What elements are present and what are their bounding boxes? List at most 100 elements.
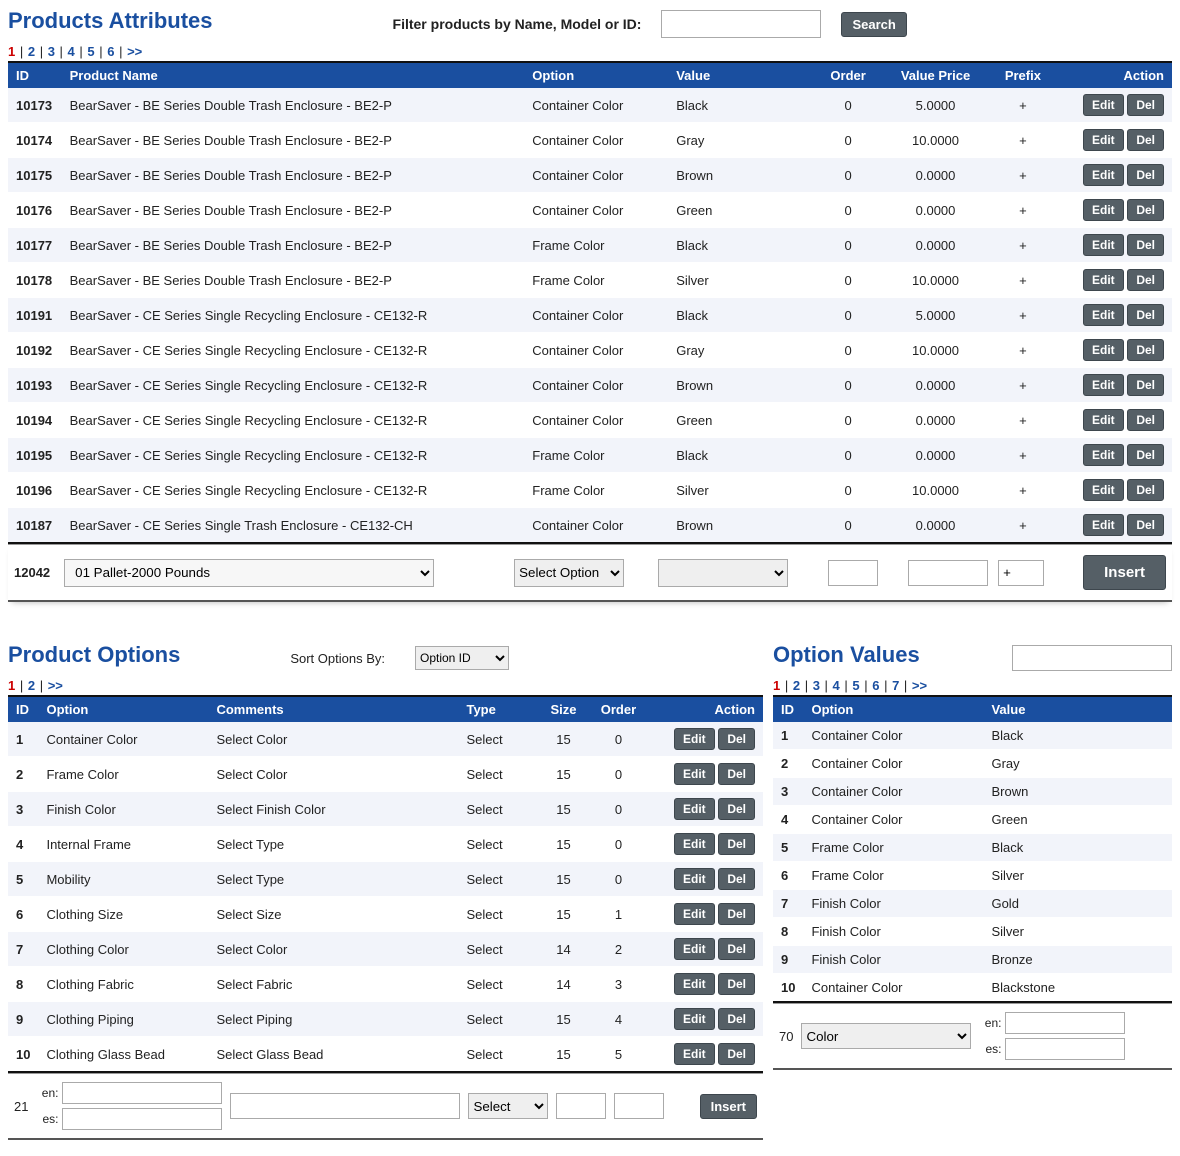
pager-link[interactable]: 4 [833,678,840,693]
del-button[interactable]: Del [1127,129,1164,151]
insert-order-input[interactable] [828,560,878,586]
pager-link[interactable]: 7 [892,678,899,693]
cell-value: Green [983,806,1172,834]
attributes-insert-button[interactable]: Insert [1083,555,1166,590]
del-button[interactable]: Del [1127,479,1164,501]
col-name: Product Name [62,62,525,88]
edit-button[interactable]: Edit [674,763,715,785]
pager-link[interactable]: 3 [813,678,820,693]
pager-link[interactable]: 2 [28,44,35,59]
opt-order-input[interactable] [614,1093,664,1119]
edit-button[interactable]: Edit [1083,514,1124,536]
opt-en-input[interactable] [62,1082,222,1104]
sort-select[interactable]: Option ID [415,646,509,670]
edit-button[interactable]: Edit [674,938,715,960]
cell-price: 0.0000 [884,403,987,438]
opt-comment-input[interactable] [230,1093,460,1119]
del-button[interactable]: Del [1127,164,1164,186]
cell-option: Container Color [803,722,983,750]
del-button[interactable]: Del [718,973,755,995]
val-option-select[interactable]: Color [801,1023,971,1049]
del-button[interactable]: Del [1127,339,1164,361]
edit-button[interactable]: Edit [674,973,715,995]
edit-button[interactable]: Edit [1083,479,1124,501]
del-button[interactable]: Del [1127,94,1164,116]
insert-value-select[interactable] [658,559,788,587]
opt-type-select[interactable]: Select [468,1093,548,1119]
edit-button[interactable]: Edit [1083,339,1124,361]
del-button[interactable]: Del [718,1043,755,1065]
del-button[interactable]: Del [718,798,755,820]
edit-button[interactable]: Edit [1083,374,1124,396]
del-button[interactable]: Del [1127,269,1164,291]
edit-button[interactable]: Edit [674,1008,715,1030]
cell-name: BearSaver - BE Series Double Trash Enclo… [62,123,525,158]
edit-button[interactable]: Edit [1083,304,1124,326]
edit-button[interactable]: Edit [1083,129,1124,151]
attributes-pager: 1 | 2 | 3 | 4 | 5 | 6 | >> [8,44,1172,59]
table-row: 5 Frame Color Black [773,834,1172,862]
values-search-input[interactable] [1012,645,1172,671]
edit-button[interactable]: Edit [674,833,715,855]
edit-button[interactable]: Edit [1083,269,1124,291]
cell-id: 10187 [8,508,62,544]
del-button[interactable]: Del [718,728,755,750]
edit-button[interactable]: Edit [1083,164,1124,186]
pager-link[interactable]: 5 [852,678,859,693]
table-row: 4 Internal Frame Select Type Select 15 0… [8,827,763,862]
edit-button[interactable]: Edit [1083,444,1124,466]
del-button[interactable]: Del [1127,444,1164,466]
pager-next[interactable]: >> [127,44,142,59]
del-button[interactable]: Del [718,868,755,890]
del-button[interactable]: Del [1127,409,1164,431]
pager-link[interactable]: 2 [793,678,800,693]
edit-button[interactable]: Edit [1083,234,1124,256]
pager-link[interactable]: 5 [87,44,94,59]
table-row: 10194 BearSaver - CE Series Single Recyc… [8,403,1172,438]
insert-price-input[interactable] [908,560,988,586]
del-button[interactable]: Del [718,833,755,855]
pager-current: 1 [8,678,15,693]
pager-link[interactable]: 2 [28,678,35,693]
options-pager: 1 | 2 | >> [8,678,763,693]
del-button[interactable]: Del [1127,514,1164,536]
cell-type: Select [458,967,538,1002]
values-insert-row: 70 Color en: es: [773,1003,1172,1070]
val-en-input[interactable] [1005,1012,1125,1034]
cell-comments: Select Piping [208,1002,458,1037]
edit-button[interactable]: Edit [674,903,715,925]
options-insert-button[interactable]: Insert [700,1094,757,1119]
edit-button[interactable]: Edit [674,1043,715,1065]
del-button[interactable]: Del [718,938,755,960]
pager-link[interactable]: 3 [48,44,55,59]
pager-next[interactable]: >> [48,678,63,693]
del-button[interactable]: Del [718,1008,755,1030]
val-es-input[interactable] [1005,1038,1125,1060]
pager-link[interactable]: 6 [872,678,879,693]
insert-option-select[interactable]: Select Option [514,559,624,587]
del-button[interactable]: Del [718,763,755,785]
cell-size: 15 [538,722,588,757]
table-row: 10 Container Color Blackstone [773,974,1172,1003]
del-button[interactable]: Del [1127,304,1164,326]
del-button[interactable]: Del [718,903,755,925]
insert-prefix-input[interactable] [998,560,1044,586]
edit-button[interactable]: Edit [1083,94,1124,116]
pager-link[interactable]: 4 [68,44,75,59]
del-button[interactable]: Del [1127,234,1164,256]
opt-es-input[interactable] [62,1108,222,1130]
pager-next[interactable]: >> [912,678,927,693]
edit-button[interactable]: Edit [1083,409,1124,431]
edit-button[interactable]: Edit [674,798,715,820]
filter-input[interactable] [661,10,821,38]
del-button[interactable]: Del [1127,199,1164,221]
option-values-title: Option Values [773,642,920,668]
edit-button[interactable]: Edit [1083,199,1124,221]
search-button[interactable]: Search [841,12,906,37]
insert-product-select[interactable]: 01 Pallet-2000 Pounds [64,559,434,587]
pager-link[interactable]: 6 [107,44,114,59]
edit-button[interactable]: Edit [674,868,715,890]
edit-button[interactable]: Edit [674,728,715,750]
del-button[interactable]: Del [1127,374,1164,396]
opt-size-input[interactable] [556,1093,606,1119]
